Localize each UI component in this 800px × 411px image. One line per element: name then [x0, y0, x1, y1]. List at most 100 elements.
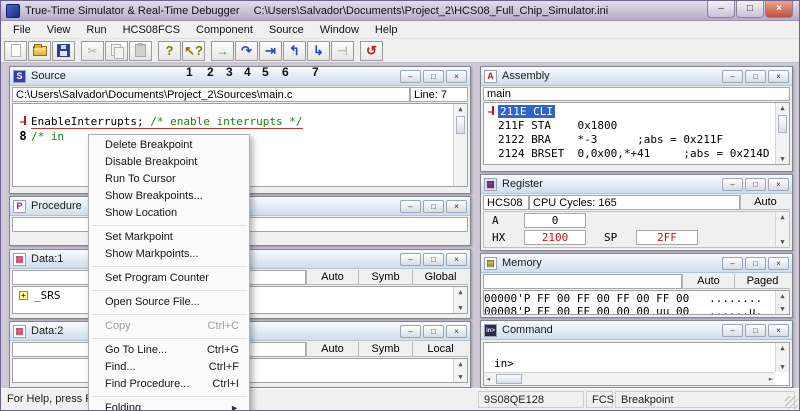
- menu-item-folding[interactable]: Folding►: [89, 400, 249, 411]
- maximize-button[interactable]: □: [736, 1, 764, 18]
- assembly-vscrollbar[interactable]: ▲ ▼: [775, 103, 789, 164]
- register-close-button[interactable]: ×: [768, 178, 789, 191]
- step-over-button[interactable]: ⇥: [259, 41, 282, 61]
- data1-mode-button[interactable]: Auto: [306, 270, 358, 285]
- data1-minimize-button[interactable]: –: [400, 253, 421, 266]
- source-code-line[interactable]: →EnableInterrupts; /* enable interrupts …: [15, 114, 467, 129]
- register-maximize-button[interactable]: □: [745, 178, 766, 191]
- copy-button[interactable]: [105, 41, 128, 61]
- halt-button[interactable]: ⊣: [331, 41, 354, 61]
- menu-source[interactable]: Source: [261, 22, 312, 38]
- save-button[interactable]: [52, 41, 75, 61]
- scroll-up-icon[interactable]: ▲: [454, 360, 467, 368]
- data2-scope-button[interactable]: Local: [412, 342, 468, 357]
- menu-component[interactable]: Component: [188, 22, 261, 38]
- context-help-button[interactable]: ↖?: [182, 41, 205, 61]
- data2-vscrollbar[interactable]: ▲ ▼: [453, 359, 467, 382]
- command-minimize-button[interactable]: –: [722, 324, 743, 337]
- source-close-button[interactable]: ×: [446, 70, 467, 83]
- cut-button[interactable]: ✂: [81, 41, 104, 61]
- command-console[interactable]: in> ▲ ▼ ◄ ►: [483, 342, 790, 386]
- memory-line[interactable]: 00000'P FF 00 FF 00 FF 00 FF 00 ........: [484, 292, 789, 305]
- command-vscrollbar[interactable]: ▲ ▼: [775, 343, 789, 372]
- menu-item-go-to-line[interactable]: Go To Line...Ctrl+G: [89, 342, 249, 359]
- procedure-minimize-button[interactable]: –: [400, 200, 421, 213]
- scroll-up-icon[interactable]: ▲: [454, 288, 467, 296]
- menu-item-show-breakpoints[interactable]: Show Breakpoints...: [89, 188, 249, 205]
- scroll-thumb[interactable]: [778, 115, 787, 133]
- assembly-maximize-button[interactable]: □: [745, 70, 766, 83]
- assembly-line[interactable]: 2122 BRA *-3 ;abs = 0x211F: [484, 133, 789, 147]
- data1-close-button[interactable]: ×: [446, 253, 467, 266]
- menu-item-run-to-cursor[interactable]: Run To Cursor: [89, 171, 249, 188]
- scroll-thumb[interactable]: [496, 374, 522, 384]
- register-minimize-button[interactable]: –: [722, 178, 743, 191]
- scroll-up-icon[interactable]: ▲: [776, 104, 789, 112]
- expand-plus-icon[interactable]: +: [19, 291, 28, 300]
- memory-minimize-button[interactable]: –: [722, 257, 743, 270]
- memory-vscrollbar[interactable]: ▲ ▼: [775, 291, 789, 314]
- data2-mode-button[interactable]: Auto: [306, 342, 358, 357]
- scroll-right-icon[interactable]: ►: [769, 375, 773, 383]
- register-vscrollbar[interactable]: ▲ ▼: [775, 212, 789, 247]
- source-maximize-button[interactable]: □: [423, 70, 444, 83]
- scroll-down-icon[interactable]: ▼: [776, 238, 789, 246]
- help-button[interactable]: ?: [158, 41, 181, 61]
- menu-hcs08fcs[interactable]: HCS08FCS: [115, 22, 188, 38]
- single-step-button[interactable]: ↷: [235, 41, 258, 61]
- menu-run[interactable]: Run: [78, 22, 114, 38]
- close-button[interactable]: ×: [765, 1, 793, 18]
- menu-item-set-markpoint[interactable]: Set Markpoint: [89, 229, 249, 246]
- command-title-bar[interactable]: in> Command – □ ×: [481, 321, 792, 340]
- scroll-up-icon[interactable]: ▲: [776, 292, 789, 300]
- reset-target-button[interactable]: ↺: [360, 41, 383, 61]
- command-prompt[interactable]: in>: [484, 343, 789, 370]
- data2-close-button[interactable]: ×: [446, 325, 467, 338]
- assembly-title-bar[interactable]: A Assembly – □ ×: [481, 67, 792, 86]
- menu-item-find-procedure[interactable]: Find Procedure...Ctrl+I: [89, 376, 249, 393]
- menu-item-set-program-counter[interactable]: Set Program Counter: [89, 270, 249, 287]
- scroll-down-icon[interactable]: ▼: [454, 304, 467, 312]
- memory-address-field[interactable]: [483, 274, 682, 289]
- assembly-step-button[interactable]: ↳: [307, 41, 330, 61]
- menu-file[interactable]: File: [5, 22, 39, 38]
- memory-dump-area[interactable]: 00000'P FF 00 FF 00 FF 00 FF 00 ........…: [483, 290, 790, 315]
- register-title-bar[interactable]: ▦ Register – □ ×: [481, 175, 792, 194]
- assembly-line[interactable]: 2124 BRSET 0,0x00,*+41 ;abs = 0x214D: [484, 147, 789, 161]
- menu-view[interactable]: View: [39, 22, 79, 38]
- menu-item-find[interactable]: Find...Ctrl+F: [89, 359, 249, 376]
- assembly-close-button[interactable]: ×: [768, 70, 789, 83]
- procedure-close-button[interactable]: ×: [446, 200, 467, 213]
- register-row-a[interactable]: A 0: [484, 212, 789, 229]
- data2-format-button[interactable]: Symb: [358, 342, 412, 357]
- register-area[interactable]: A 0 HX 2100 SP 2FF ▲ ▼: [483, 211, 790, 248]
- register-mode-button[interactable]: Auto: [740, 195, 790, 210]
- paste-button[interactable]: [129, 41, 152, 61]
- scroll-up-icon[interactable]: ▲: [776, 213, 789, 221]
- menu-item-copy[interactable]: CopyCtrl+C: [89, 318, 249, 335]
- scroll-down-icon[interactable]: ▼: [776, 305, 789, 313]
- assembly-code-area[interactable]: →211E CLI 211F STA 0x1800 2122 BRA *-3 ;…: [483, 102, 790, 165]
- menu-item-disable-breakpoint[interactable]: Disable Breakpoint: [89, 154, 249, 171]
- source-vscrollbar[interactable]: ▲: [453, 104, 467, 186]
- menu-item-show-location[interactable]: Show Location: [89, 205, 249, 222]
- title-bar[interactable]: True-Time Simulator & Real-Time Debugger…: [1, 1, 799, 21]
- scroll-down-icon[interactable]: ▼: [776, 155, 789, 163]
- source-title-bar[interactable]: S Source – □ ×: [10, 67, 470, 86]
- assembly-line[interactable]: →211E CLI: [484, 105, 789, 119]
- register-a-value[interactable]: 0: [524, 213, 586, 228]
- command-hscrollbar[interactable]: ◄ ►: [484, 372, 775, 385]
- command-close-button[interactable]: ×: [768, 324, 789, 337]
- scroll-left-icon[interactable]: ◄: [486, 375, 490, 383]
- memory-maximize-button[interactable]: □: [745, 257, 766, 270]
- menu-item-show-markpoints[interactable]: Show Markpoints...: [89, 246, 249, 263]
- assembly-line[interactable]: 211F STA 0x1800: [484, 119, 789, 133]
- resize-grip[interactable]: [785, 396, 798, 409]
- register-sp-value[interactable]: 2FF: [636, 230, 698, 245]
- scroll-thumb[interactable]: [456, 116, 465, 134]
- menu-help[interactable]: Help: [367, 22, 406, 38]
- open-file-button[interactable]: [28, 41, 51, 61]
- register-hx-value[interactable]: 2100: [524, 230, 586, 245]
- memory-mode-button[interactable]: Auto: [682, 274, 734, 289]
- data1-vscrollbar[interactable]: ▲ ▼: [453, 287, 467, 313]
